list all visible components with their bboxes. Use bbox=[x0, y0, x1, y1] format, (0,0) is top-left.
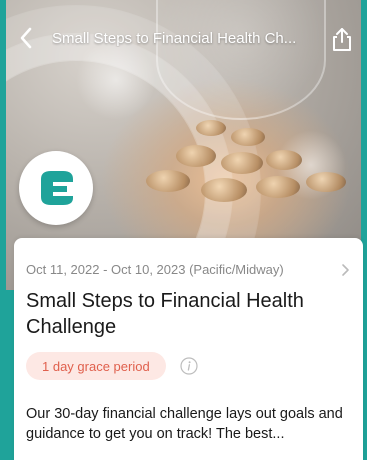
coin-image bbox=[231, 128, 265, 146]
back-chevron-icon[interactable] bbox=[14, 26, 38, 50]
coin-image bbox=[266, 150, 302, 170]
share-icon[interactable] bbox=[329, 26, 355, 52]
coin-image bbox=[306, 172, 346, 192]
page-title: Small Steps to Financial Health Ch... bbox=[52, 29, 297, 47]
challenge-card: Oct 11, 2022 - Oct 10, 2023 (Pacific/Mid… bbox=[14, 238, 363, 460]
challenge-title: Small Steps to Financial Health Challeng… bbox=[26, 290, 304, 338]
screen: Small Steps to Financial Health Ch... Oc… bbox=[0, 0, 367, 460]
coin-image bbox=[256, 176, 300, 198]
coin-image bbox=[201, 178, 247, 202]
top-bar: Small Steps to Financial Health Ch... bbox=[6, 18, 361, 58]
grace-period-badge: 1 day grace period bbox=[26, 352, 166, 380]
challenge-dates: Oct 11, 2022 - Oct 10, 2023 (Pacific/Mid… bbox=[26, 262, 284, 277]
challenge-description: Our 30-day financial challenge lays out … bbox=[26, 406, 343, 442]
coin-image bbox=[221, 152, 263, 174]
coin-image bbox=[196, 120, 226, 136]
coin-image bbox=[176, 145, 216, 167]
brand-logo-icon bbox=[19, 151, 93, 225]
info-icon[interactable] bbox=[180, 357, 198, 375]
chevron-right-icon bbox=[342, 263, 349, 276]
challenge-dates-row[interactable]: Oct 11, 2022 - Oct 10, 2023 (Pacific/Mid… bbox=[26, 262, 351, 277]
coin-image bbox=[146, 170, 190, 192]
